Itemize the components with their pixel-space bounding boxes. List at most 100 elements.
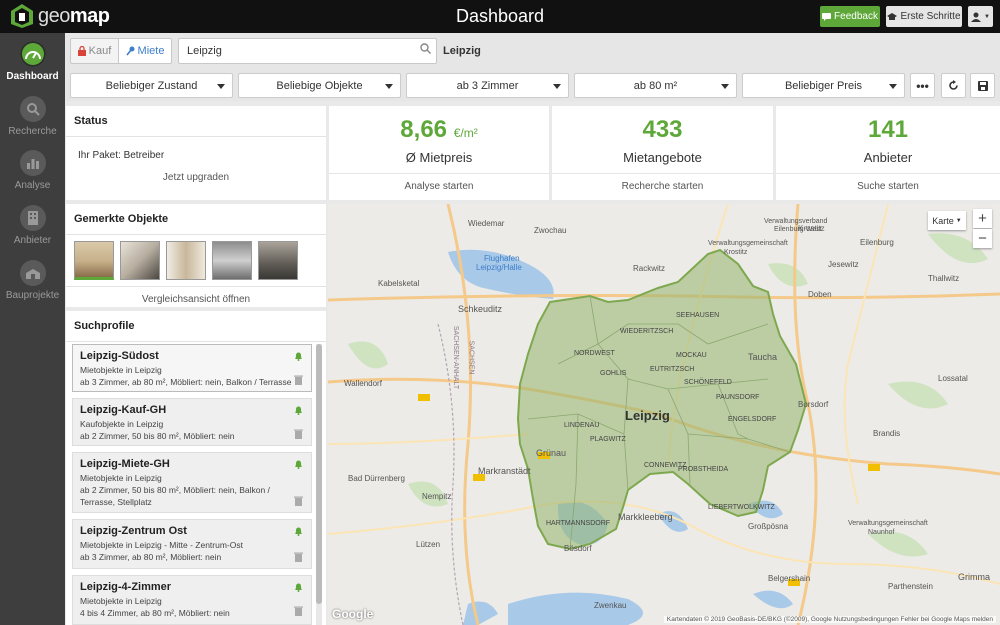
profile-line: ab 3 Zimmer, ab 80 m², Möbliert: nein	[80, 552, 222, 562]
preis-value: Beliebiger Preis	[784, 79, 863, 92]
search-profile-item[interactable]: Leipzig-Zentrum Ost Mietobjekte in Leipz…	[72, 519, 312, 569]
suche-start-link[interactable]: Suche starten	[776, 181, 1000, 192]
profile-line: ab 2 Zimmer, 50 bis 80 m², Möbliert: nei…	[80, 431, 235, 441]
search-profile-item[interactable]: Leipzig-4-Zimmer Mietobjekte in Leipzig …	[72, 575, 312, 625]
compare-view-link[interactable]: Vergleichsansicht öffnen	[66, 294, 326, 305]
search-profiles-card: Suchprofile Leipzig-Südost Mietobjekte i…	[66, 311, 326, 625]
trash-icon[interactable]	[294, 496, 303, 506]
search-profile-item[interactable]: Leipzig-Miete-GH Mietobjekte in Leipzig …	[72, 452, 312, 513]
save-icon	[977, 80, 988, 91]
zoom-in-button[interactable]: +	[973, 209, 992, 228]
map-district-label: SEEHAUSEN	[676, 312, 720, 319]
package-text: Ihr Paket: Betreiber	[78, 150, 165, 161]
profile-title: Leipzig-Südost	[80, 350, 159, 362]
sidebar-item-analyse[interactable]: Analyse	[0, 150, 65, 191]
map-type-label: Karte	[932, 215, 954, 226]
map-place-label: Borsdorf	[798, 400, 829, 409]
recherche-start-link[interactable]: Recherche starten	[552, 181, 773, 192]
stat-value: 433	[642, 116, 683, 143]
kauf-toggle-button[interactable]: Kauf	[70, 38, 119, 64]
map-state-label: SACHSEN-ANHALT	[452, 325, 460, 390]
objekte-value: Beliebige Objekte	[276, 79, 363, 92]
profiles-scrollbar[interactable]	[316, 344, 322, 625]
map-view[interactable]: Wiedemar Zwochau Krostitz Eilenburg Verw…	[328, 204, 1000, 625]
map-place-label: Eilenburg	[860, 238, 894, 247]
stat-value: 141	[867, 116, 909, 143]
stat-label: Anbieter	[863, 150, 913, 165]
trash-icon[interactable]	[294, 606, 303, 616]
save-button[interactable]	[970, 73, 995, 98]
map-district-label: HARTMANNSDORF	[546, 520, 611, 527]
map-city-label: Leipzig	[625, 408, 670, 423]
upgrade-link[interactable]: Jetzt upgraden	[66, 172, 326, 183]
map-place-label: Grünau	[536, 448, 567, 458]
map-place-label: Lützen	[416, 540, 441, 549]
user-icon	[971, 12, 982, 22]
trash-icon[interactable]	[294, 552, 303, 562]
search-profile-item[interactable]: Leipzig-Südost Mietobjekte in Leipzig ab…	[72, 344, 312, 392]
flaeche-dropdown[interactable]: ab 80 m²	[574, 73, 737, 98]
map-place-label: Verwaltungsverband	[764, 218, 828, 225]
search-icon[interactable]	[420, 43, 431, 54]
map-place-label: Leipzig/Halle	[476, 263, 522, 272]
search-profiles-title: Suchprofile	[74, 320, 135, 332]
map-type-dropdown[interactable]: Karte ▼	[928, 211, 966, 230]
kauf-label: Kauf	[88, 45, 112, 57]
location-search-input[interactable]: Leipzig	[178, 38, 437, 64]
saved-object-thumbnail[interactable]	[74, 241, 114, 280]
map-place-label: Schkeuditz	[458, 304, 503, 314]
preis-dropdown[interactable]: Beliebiger Preis	[742, 73, 905, 98]
trash-icon[interactable]	[294, 375, 303, 385]
objekte-dropdown[interactable]: Beliebige Objekte	[238, 73, 401, 98]
feedback-label: Feedback	[834, 11, 878, 22]
zustand-dropdown[interactable]: Beliebiger Zustand	[70, 73, 233, 98]
bell-icon[interactable]	[294, 351, 303, 361]
map-attribution[interactable]: Kartendaten © 2019 GeoBasis-DE/BKG (©200…	[663, 616, 996, 623]
profile-line: Mietobjekte in Leipzig	[80, 473, 162, 483]
caret-down-icon: ▼	[955, 217, 962, 224]
saved-object-thumbnail[interactable]	[166, 241, 206, 280]
map-district-label: WIEDERITZSCH	[620, 328, 674, 335]
map-place-label: Lossatal	[938, 374, 968, 383]
map-district-label: MOCKAU	[676, 352, 707, 359]
zoom-out-button[interactable]: −	[973, 229, 992, 248]
saved-object-thumbnail[interactable]	[212, 241, 252, 280]
stat-label: Mietangebote	[623, 150, 702, 165]
bell-icon[interactable]	[294, 582, 303, 592]
sidebar-label-analyse: Analyse	[14, 180, 51, 191]
saved-object-thumbnail[interactable]	[258, 241, 298, 280]
top-bar: geomap Dashboard Feedback Erste Schritte…	[0, 0, 1000, 33]
profile-line: 4 bis 4 Zimmer, ab 80 m², Möbliert: nein	[80, 608, 230, 618]
sidebar-item-bauprojekte[interactable]: Bauprojekte	[0, 260, 65, 301]
miete-toggle-button[interactable]: Miete	[118, 38, 172, 64]
reset-button[interactable]	[941, 73, 966, 98]
sidebar-item-anbieter[interactable]: Anbieter	[0, 205, 65, 246]
sidebar-label-anbieter: Anbieter	[13, 235, 52, 246]
sidebar-item-recherche[interactable]: Recherche	[0, 96, 65, 137]
map-place-label: Brandis	[873, 429, 901, 438]
bell-icon[interactable]	[294, 405, 303, 415]
map-place-label: Parthenstein	[888, 582, 933, 591]
first-steps-button[interactable]: Erste Schritte	[886, 6, 962, 27]
search-icon	[19, 96, 46, 122]
map-place-label: Kabelsketal	[378, 279, 420, 288]
zimmer-dropdown[interactable]: ab 3 Zimmer	[406, 73, 569, 98]
bell-icon[interactable]	[294, 459, 303, 469]
google-logo: Google	[332, 607, 374, 621]
more-filters-button[interactable]: •••	[910, 73, 935, 98]
status-title: Status	[74, 115, 108, 127]
saved-object-thumbnail[interactable]	[120, 241, 160, 280]
feedback-button[interactable]: Feedback	[820, 6, 880, 27]
map-district-label: LIEBERTWOLKWITZ	[708, 504, 775, 511]
analyse-start-link[interactable]: Analyse starten	[329, 181, 549, 192]
sidebar-label-recherche: Recherche	[8, 126, 57, 137]
user-menu-button[interactable]: ▼	[968, 6, 993, 27]
bell-icon[interactable]	[294, 526, 303, 536]
comment-icon	[822, 12, 832, 21]
trash-icon[interactable]	[294, 429, 303, 439]
sidebar-item-dashboard[interactable]: Dashboard	[0, 41, 65, 82]
search-profile-item[interactable]: Leipzig-Kauf-GH Kaufobjekte in Leipzig a…	[72, 398, 312, 446]
caret-down-icon	[721, 84, 729, 89]
sidebar: Dashboard Recherche Analyse Anbieter Bau…	[0, 33, 65, 625]
miete-label: Miete	[137, 45, 165, 57]
